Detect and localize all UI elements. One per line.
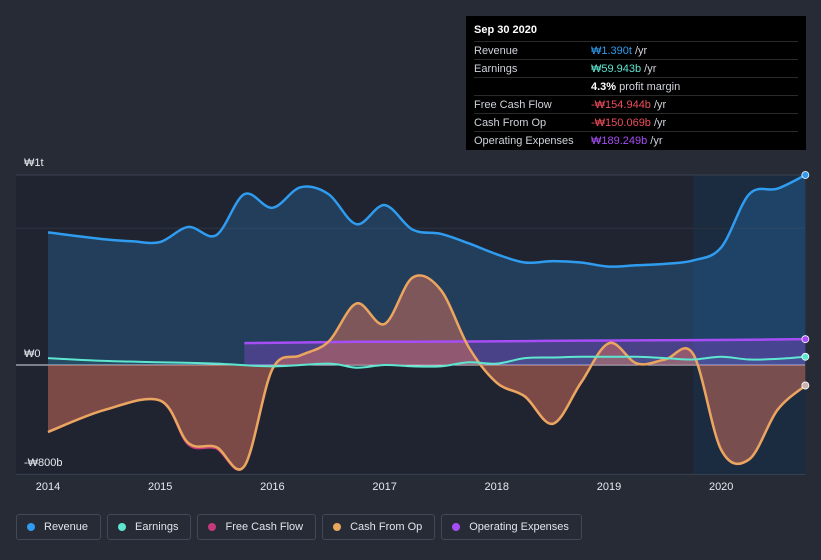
tooltip-unit: profit margin (619, 80, 681, 93)
x-tick-label: 2015 (147, 481, 173, 493)
y-tick-label: ₩0 (24, 348, 41, 360)
cash-from-op-endpoint[interactable] (801, 381, 810, 390)
tooltip-date: Sep 30 2020 (474, 24, 537, 36)
tooltip-value: -₩154.944b (591, 98, 651, 111)
revenue-endpoint[interactable] (801, 171, 810, 179)
tooltip-label: Operating Expenses (474, 134, 574, 147)
x-tick-label: 2018 (484, 481, 510, 493)
tooltip: Sep 30 2020 Revenue ₩1.390t/yr Earnings ₩59… (466, 16, 806, 150)
tooltip-row: Cash From Op -₩150.069b/yr (474, 113, 798, 131)
legend-dot-icon (27, 523, 35, 531)
legend-label: Free Cash Flow (225, 521, 304, 533)
tooltip-label: Cash From Op (474, 116, 547, 129)
tooltip-label: Free Cash Flow (474, 98, 552, 111)
tooltip-row: Revenue ₩1.390t/yr (474, 41, 798, 59)
tooltip-label: Earnings (474, 62, 518, 75)
tooltip-value: ₩59.943b (591, 62, 642, 75)
tooltip-row: 4.3% profit margin (474, 77, 798, 95)
x-tick-label: 2017 (372, 481, 397, 493)
earnings-endpoint[interactable] (801, 352, 810, 361)
y-tick-label: ₩1t (24, 157, 44, 169)
tooltip-row: Earnings ₩59.943b/yr (474, 59, 798, 77)
tooltip-row: Free Cash Flow -₩154.944b/yr (474, 95, 798, 113)
legend-item-free-cash-flow[interactable]: Free Cash Flow (197, 514, 317, 540)
operating-expenses-endpoint[interactable] (801, 335, 810, 344)
legend-item-cash-from-op[interactable]: Cash From Op (322, 514, 436, 540)
tooltip-value: ₩189.249b (591, 134, 648, 147)
tooltip-value: -₩150.069b (591, 116, 651, 129)
tooltip-label: Revenue (474, 44, 519, 57)
legend-label: Revenue (44, 521, 89, 533)
legend-dot-icon (452, 523, 461, 531)
x-tick-label: 2019 (596, 481, 622, 493)
legend-dot-icon (118, 523, 127, 531)
legend-dot-icon (333, 523, 342, 531)
legend-label: Operating Expenses (469, 521, 569, 533)
legend-item-earnings[interactable]: Earnings (107, 514, 192, 540)
tooltip-unit: /yr (650, 134, 663, 147)
legend-item-operating-expenses[interactable]: Operating Expenses (441, 514, 582, 540)
tooltip-row: Operating Expenses ₩189.249b/yr (474, 131, 798, 149)
legend-dot-icon (208, 523, 217, 531)
tooltip-unit: /yr (634, 44, 648, 57)
legend-label: Earnings (135, 521, 179, 533)
tooltip-value: ₩1.390t (591, 44, 632, 57)
legend: Revenue Earnings Free Cash Flow Cash From O… (16, 514, 582, 540)
legend-item-revenue[interactable]: Revenue (16, 514, 102, 540)
y-tick-label: -₩800b (24, 457, 63, 470)
tooltip-value: 4.3% (591, 80, 617, 93)
tooltip-unit: /yr (644, 62, 657, 75)
x-tick-label: 2020 (708, 481, 734, 493)
tooltip-unit: /yr (653, 116, 667, 129)
x-tick-label: 2016 (260, 481, 285, 493)
x-tick-label: 2014 (35, 481, 61, 493)
legend-label: Cash From Op (350, 521, 423, 533)
tooltip-unit: /yr (653, 98, 667, 111)
